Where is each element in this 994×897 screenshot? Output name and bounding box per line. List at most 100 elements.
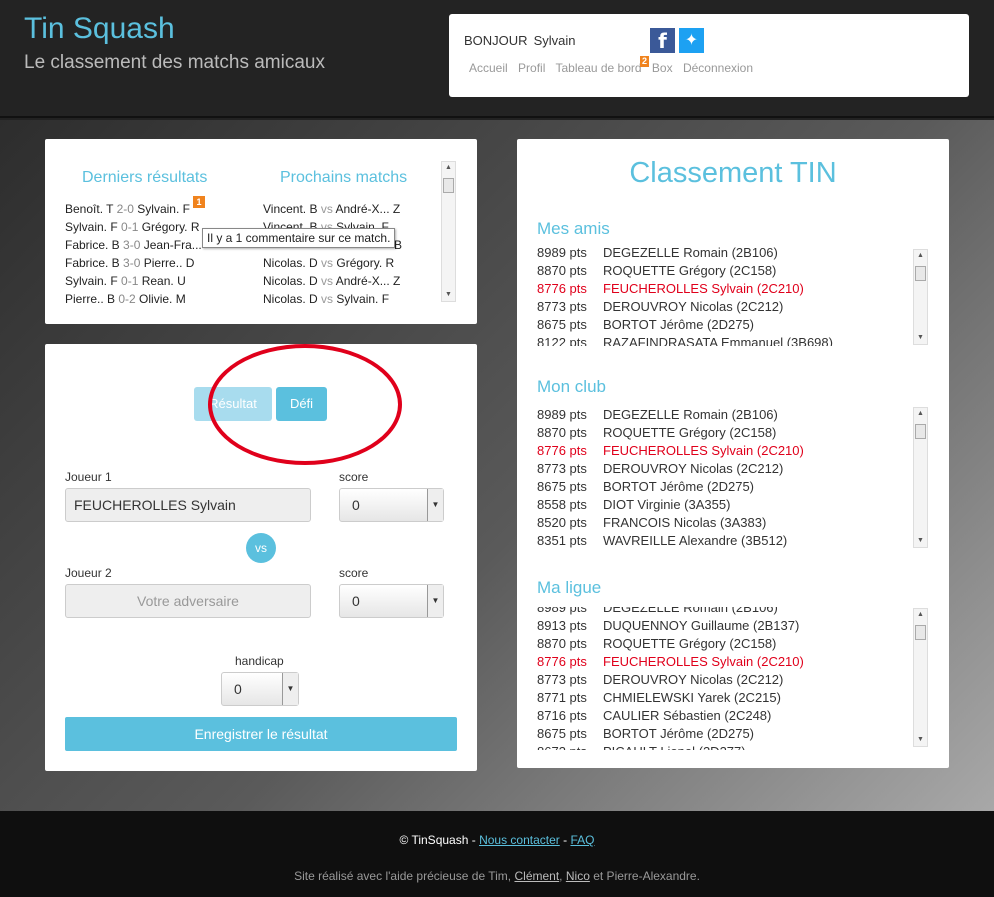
scroll-thumb[interactable]	[915, 266, 926, 281]
scroll-thumb[interactable]	[915, 424, 926, 439]
site-title[interactable]: Tin Squash	[24, 12, 175, 46]
ranking-row[interactable]: 8773 pts DEROUVROY Nicolas (2C212)	[537, 298, 912, 316]
save-result-button[interactable]: Enregistrer le résultat	[65, 717, 457, 751]
ranking-row-current-user[interactable]: 8776 pts FEUCHEROLLES Sylvain (2C210)	[537, 442, 912, 460]
recent-result-row[interactable]: Fabrice. B 3-0 Jean-Fra...	[65, 238, 202, 252]
mon-club-scrollbar[interactable]: ▲ ▼	[913, 407, 928, 548]
player-name: Rean. U	[141, 274, 186, 288]
ranking-row[interactable]: 8870 pts ROQUETTE Grégory (2C158)	[537, 262, 912, 280]
scroll-down-icon[interactable]: ▼	[914, 332, 927, 344]
nav-tableau-de-bord[interactable]: Tableau de bord	[556, 61, 642, 75]
vs-text: vs	[321, 292, 334, 306]
ranking-row[interactable]: 8870 pts ROQUETTE Grégory (2C158)	[537, 635, 912, 653]
score2-select[interactable]: 0 ▼	[339, 584, 444, 618]
next-match-row[interactable]: Nicolas. D vs Grégory. R	[263, 256, 394, 270]
ranking-row[interactable]: 8351 pts WAVREILLE Alexandre (3B512)	[537, 532, 912, 550]
ranking-row[interactable]: 8989 pts DEGEZELLE Romain (2B106)	[537, 246, 912, 262]
match-score: 3-0	[123, 256, 141, 270]
handicap-select[interactable]: 0 ▼	[221, 672, 299, 706]
ranking-list-mes-amis[interactable]: 8989 pts DEGEZELLE Romain (2B106) 8870 pts…	[537, 246, 912, 346]
ranking-row[interactable]: 8716 pts CAULIER Sébastien (2C248)	[537, 707, 912, 725]
ranking-points: 8776 pts	[537, 654, 587, 669]
next-match-row[interactable]: Vincent. B vs André-X... Z	[263, 202, 400, 216]
chevron-down-icon[interactable]: ▼	[282, 673, 298, 705]
player2-input[interactable]: Votre adversaire	[65, 584, 311, 618]
ranking-points: 8773 pts	[537, 299, 587, 314]
recent-result-row[interactable]: Pierre.. B 0-2 Olivie. M	[65, 292, 186, 306]
player-name: Grégory. R	[141, 220, 200, 234]
ranking-player: FEUCHEROLLES Sylvain (2C210)	[603, 281, 804, 296]
ranking-row[interactable]: 8989 pts DEGEZELLE Romain (2B106)	[537, 607, 912, 617]
match-score: 0-1	[121, 220, 139, 234]
ranking-row[interactable]: 8122 pts RAZAFINDRASATA Emmanuel (3B698)	[537, 334, 912, 346]
scroll-up-icon[interactable]: ▲	[442, 162, 455, 174]
ranking-row[interactable]: 8675 pts BORTOT Jérôme (2D275)	[537, 725, 912, 743]
nav-accueil[interactable]: Accueil	[469, 61, 508, 75]
player-name: Pierre.. B	[65, 292, 116, 306]
nav-profil[interactable]: Profil	[518, 61, 545, 75]
ranking-row[interactable]: 8771 pts CHMIELEWSKI Yarek (2C215)	[537, 689, 912, 707]
ranking-row-current-user[interactable]: 8776 pts FEUCHEROLLES Sylvain (2C210)	[537, 280, 912, 298]
score1-value: 0	[352, 497, 360, 513]
scroll-thumb[interactable]	[915, 625, 926, 640]
twitter-icon[interactable]: ✦	[679, 28, 704, 53]
player1-field[interactable]: FEUCHEROLLES Sylvain	[65, 488, 311, 522]
scroll-down-icon[interactable]: ▼	[914, 734, 927, 746]
player-name: Olivie. M	[139, 292, 186, 306]
scroll-thumb[interactable]	[443, 178, 454, 193]
recent-result-row[interactable]: Benoît. T 2-0 Sylvain. F	[65, 202, 190, 216]
section-title-mon-club: Mon club	[537, 377, 606, 396]
ranking-row[interactable]: 8520 pts FRANCOIS Nicolas (3A383)	[537, 514, 912, 532]
score1-select[interactable]: 0 ▼	[339, 488, 444, 522]
credit-link-nico[interactable]: Nico	[566, 869, 590, 883]
nav-deconnexion[interactable]: Déconnexion	[683, 61, 753, 75]
ranking-list-ma-ligue[interactable]: 8989 pts DEGEZELLE Romain (2B106) 8913 pts…	[537, 607, 912, 750]
player-name: Vincent. B	[263, 202, 318, 216]
greeting: BONJOUR Sylvain	[464, 33, 575, 48]
footer-separator: -	[563, 833, 568, 847]
ranking-points: 8771 pts	[537, 690, 587, 705]
ranking-player: ROQUETTE Grégory (2C158)	[603, 636, 777, 651]
scroll-down-icon[interactable]: ▼	[442, 289, 455, 301]
ranking-row[interactable]: 8913 pts DUQUENNOY Guillaume (2B137)	[537, 617, 912, 635]
chevron-down-icon[interactable]: ▼	[427, 489, 443, 521]
footer-credits: Site réalisé avec l'aide précieuse de Ti…	[0, 869, 994, 883]
ranking-row[interactable]: 8870 pts ROQUETTE Grégory (2C158)	[537, 424, 912, 442]
ranking-player: DEGEZELLE Romain (2B106)	[603, 607, 778, 615]
faq-link[interactable]: FAQ	[570, 833, 594, 847]
mes-amis-scrollbar[interactable]: ▲ ▼	[913, 249, 928, 345]
site-footer	[0, 811, 994, 897]
nav-box[interactable]: Box	[652, 61, 673, 75]
recent-result-row[interactable]: Fabrice. B 3-0 Pierre.. D	[65, 256, 194, 270]
scroll-down-icon[interactable]: ▼	[914, 535, 927, 547]
ranking-row[interactable]: 8675 pts BORTOT Jérôme (2D275)	[537, 478, 912, 496]
credit-link-clement[interactable]: Clément	[514, 869, 559, 883]
results-scrollbar[interactable]: ▲ ▼	[441, 161, 456, 302]
next-match-row[interactable]: Nicolas. D vs André-X... Z	[263, 274, 400, 288]
ma-ligue-scrollbar[interactable]: ▲ ▼	[913, 608, 928, 747]
ranking-row[interactable]: 8989 pts DEGEZELLE Romain (2B106)	[537, 406, 912, 424]
ranking-row[interactable]: 8773 pts DEROUVROY Nicolas (2C212)	[537, 460, 912, 478]
ranking-row[interactable]: 8773 pts DEROUVROY Nicolas (2C212)	[537, 671, 912, 689]
recent-result-row[interactable]: Sylvain. F 0-1 Grégory. R	[65, 220, 200, 234]
ranking-row-current-user[interactable]: 8776 pts FEUCHEROLLES Sylvain (2C210)	[537, 653, 912, 671]
comment-badge[interactable]: 1	[193, 196, 205, 208]
scroll-up-icon[interactable]: ▲	[914, 609, 927, 621]
next-matches-title: Prochains matchs	[280, 169, 408, 186]
ranking-player: DEGEZELLE Romain (2B106)	[603, 407, 778, 422]
facebook-icon[interactable]: f	[650, 28, 675, 53]
ranking-list-mon-club[interactable]: 8989 pts DEGEZELLE Romain (2B106) 8870 pts…	[537, 406, 912, 550]
scroll-up-icon[interactable]: ▲	[914, 250, 927, 262]
ranking-player: DEROUVROY Nicolas (2C212)	[603, 299, 784, 314]
ranking-row[interactable]: 8558 pts DIOT Virginie (3A355)	[537, 496, 912, 514]
chevron-down-icon[interactable]: ▼	[427, 585, 443, 617]
contact-link[interactable]: Nous contacter	[479, 833, 560, 847]
credits-text: Site réalisé avec l'aide précieuse de Ti…	[294, 869, 512, 883]
ranking-row[interactable]: 8673 ptsPICAULT Lionel (2D277)	[537, 743, 912, 750]
recent-result-row[interactable]: Sylvain. F 0-1 Rean. U	[65, 274, 186, 288]
ranking-row[interactable]: 8675 pts BORTOT Jérôme (2D275)	[537, 316, 912, 334]
player-name: Nicolas. D	[263, 256, 318, 270]
notification-badge: 2	[640, 56, 650, 67]
next-match-row[interactable]: Nicolas. D vs Sylvain. F	[263, 292, 389, 306]
scroll-up-icon[interactable]: ▲	[914, 408, 927, 420]
